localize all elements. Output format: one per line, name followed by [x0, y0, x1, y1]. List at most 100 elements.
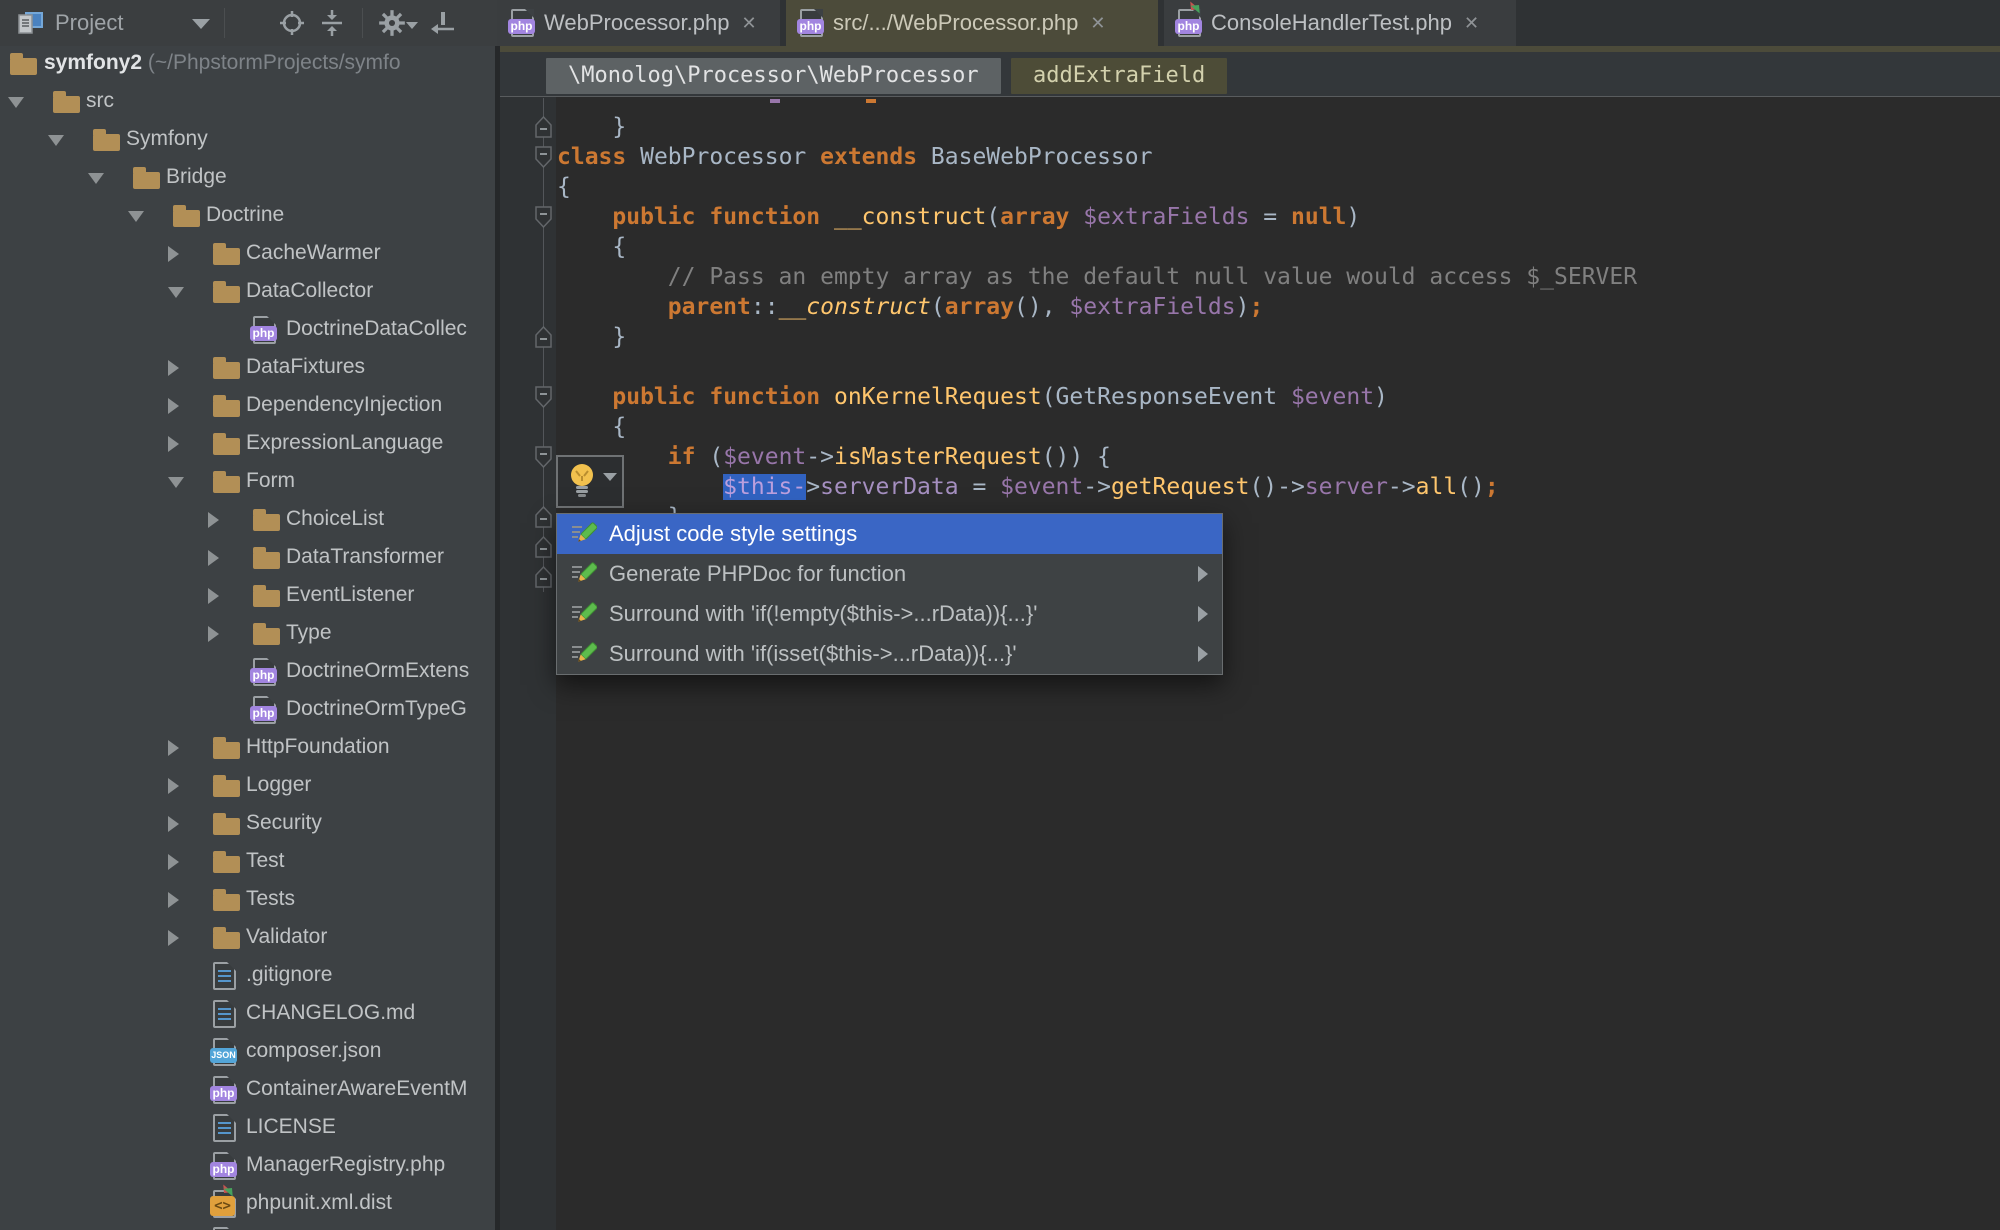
tree-row-src[interactable]: src [0, 83, 495, 121]
tree-row-Bridge[interactable]: Bridge [0, 159, 495, 197]
breadcrumb-member-chip[interactable]: addExtraField [1011, 58, 1228, 94]
tree-row-phpunit.xml.dist[interactable]: <> phpunit.xml.dist [0, 1179, 495, 1223]
tree-item-label: Form [246, 469, 295, 492]
fold-marker-up-icon[interactable] [535, 565, 552, 588]
editor-tab[interactable]: php src/.../WebProcessor.php ✕ [786, 0, 1158, 46]
tree-row-Security[interactable]: Security [0, 805, 495, 843]
fold-marker-up-icon[interactable] [535, 325, 552, 348]
chevron-collapsed-icon[interactable] [168, 436, 179, 452]
tree-row-DoctrineDataCollec[interactable]: php DoctrineDataCollec [0, 311, 495, 349]
tree-row-LICENSE[interactable]: LICENSE [0, 1109, 495, 1147]
toolwindow-title[interactable]: Project [55, 10, 123, 36]
chevron-collapsed-icon[interactable] [168, 816, 179, 832]
chevron-expanded-icon[interactable] [88, 173, 104, 184]
project-toolbar: Project [0, 0, 497, 46]
tree-row-ManagerRegistry.php[interactable]: php ManagerRegistry.php [0, 1147, 495, 1185]
folder-icon [53, 91, 80, 113]
tree-row-EventListener[interactable]: EventListener [0, 577, 495, 615]
close-icon[interactable]: ✕ [1090, 14, 1105, 32]
php-file-icon: php [210, 1152, 237, 1180]
fold-marker-down-icon[interactable] [535, 386, 552, 409]
intention-menu-item[interactable]: Adjust code style settings [557, 514, 1222, 554]
folder-icon [213, 813, 240, 835]
tree-row-ChoiceList[interactable]: ChoiceList [0, 501, 495, 539]
php-file-icon: php [250, 696, 277, 724]
hide-panel-icon[interactable] [428, 9, 456, 37]
breadcrumb-class-chip[interactable]: \Monolog\Processor\WebProcessor [546, 58, 1001, 94]
project-panel-icon[interactable] [16, 9, 44, 37]
tree-row-composer.json[interactable]: JSON composer.json [0, 1033, 495, 1071]
code-line: if ($event->isMasterRequest()) { [667, 444, 1111, 470]
fold-marker-up-icon[interactable] [535, 505, 552, 528]
chevron-down-icon[interactable] [192, 19, 210, 29]
tree-item-label: Type [286, 621, 332, 644]
tree-row-DependencyInjection[interactable]: DependencyInjection [0, 387, 495, 425]
chevron-collapsed-icon[interactable] [168, 398, 179, 414]
chevron-down-icon[interactable] [406, 22, 418, 29]
tree-root-row[interactable]: symfony2 (~/PhpstormProjects/symfo [0, 46, 495, 83]
chevron-collapsed-icon[interactable] [208, 626, 219, 642]
editor-tab[interactable]: php WebProcessor.php ✕ [497, 0, 780, 46]
tree-row-Form[interactable]: Form [0, 463, 495, 501]
chevron-collapsed-icon[interactable] [168, 740, 179, 756]
fold-marker-down-icon[interactable] [535, 146, 552, 169]
tree-row-DataCollector[interactable]: DataCollector [0, 273, 495, 311]
chevron-collapsed-icon[interactable] [168, 892, 179, 908]
fold-marker-down-icon[interactable] [535, 446, 552, 469]
tree-row-Validator[interactable]: Validator [0, 919, 495, 957]
code-line: $this->serverData = $event->getRequest()… [723, 474, 1499, 500]
php-file-icon: php [797, 9, 824, 37]
tree-row-DoctrineOrmExtens[interactable]: php DoctrineOrmExtens [0, 653, 495, 691]
tree-item-label: DataCollector [246, 279, 374, 302]
tree-row-HttpFoundation[interactable]: HttpFoundation [0, 729, 495, 767]
intention-menu-item[interactable]: Generate PHPDoc for function [557, 554, 1222, 594]
fold-marker-up-icon[interactable] [535, 535, 552, 558]
chevron-collapsed-icon[interactable] [168, 854, 179, 870]
fold-marker-down-icon[interactable] [535, 206, 552, 229]
chevron-expanded-icon[interactable] [128, 211, 144, 222]
tree-row-Doctrine[interactable]: Doctrine [0, 197, 495, 235]
chevron-expanded-icon[interactable] [168, 477, 184, 488]
chevron-collapsed-icon[interactable] [168, 930, 179, 946]
chevron-collapsed-icon[interactable] [168, 360, 179, 376]
close-icon[interactable]: ✕ [1464, 14, 1479, 32]
intention-bulb[interactable] [556, 455, 624, 508]
folder-icon [213, 775, 240, 797]
tree-row-DataFixtures[interactable]: DataFixtures [0, 349, 495, 387]
close-icon[interactable]: ✕ [741, 14, 756, 32]
chevron-expanded-icon[interactable] [48, 135, 64, 146]
tree-row-DataTransformer[interactable]: DataTransformer [0, 539, 495, 577]
tree-row-Tests[interactable]: Tests [0, 881, 495, 919]
chevron-expanded-icon[interactable] [8, 97, 24, 108]
tree-row-CHANGELOG.md[interactable]: CHANGELOG.md [0, 995, 495, 1033]
json-file-icon: JSON [210, 1038, 237, 1066]
gear-icon[interactable] [378, 9, 406, 37]
tree-row-Logger[interactable]: Logger [0, 767, 495, 805]
intention-menu-item[interactable]: Surround with 'if(!empty($this->...rData… [557, 594, 1222, 634]
collapse-all-icon[interactable] [318, 9, 346, 37]
tree-row-Symfony[interactable]: Symfony [0, 121, 495, 159]
intention-menu-item[interactable]: Surround with 'if(isset($this->...rData)… [557, 634, 1222, 674]
chevron-collapsed-icon[interactable] [208, 550, 219, 566]
chevron-collapsed-icon[interactable] [208, 588, 219, 604]
tree-row-.gitignore[interactable]: .gitignore [0, 957, 495, 995]
tree-item-label: composer.json [246, 1039, 382, 1062]
locate-icon[interactable] [278, 9, 306, 37]
tree-item-label: CacheWarmer [246, 241, 381, 264]
tree-row-CacheWarmer[interactable]: CacheWarmer [0, 235, 495, 273]
chevron-collapsed-icon[interactable] [208, 512, 219, 528]
submenu-arrow-icon [1198, 606, 1208, 622]
chevron-collapsed-icon[interactable] [168, 778, 179, 794]
tree-row-Type[interactable]: Type [0, 615, 495, 653]
editor-tab[interactable]: php ConsoleHandlerTest.php ✕ [1164, 0, 1516, 46]
tree-row-Test[interactable]: Test [0, 843, 495, 881]
tree-row-ExpressionLanguage[interactable]: ExpressionLanguage [0, 425, 495, 463]
tree-row-DoctrineOrmTypeG[interactable]: php DoctrineOrmTypeG [0, 691, 495, 729]
chevron-collapsed-icon[interactable] [168, 246, 179, 262]
chevron-expanded-icon[interactable] [168, 287, 184, 298]
code-line: { [557, 234, 627, 260]
tree-row-ContainerAwareEventM[interactable]: php ContainerAwareEventM [0, 1071, 495, 1109]
code-editor[interactable]: } class WebProcessor extends BaseWebProce… [557, 112, 1637, 532]
fold-marker-up-icon[interactable] [535, 115, 552, 138]
intention-pencil-icon [572, 642, 597, 662]
